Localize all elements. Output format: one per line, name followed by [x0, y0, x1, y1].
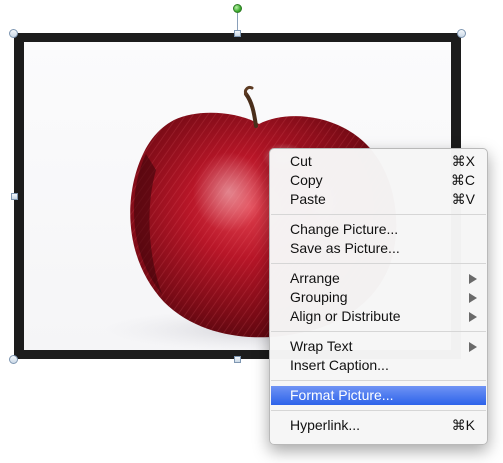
menu-item-label: Grouping	[290, 289, 348, 305]
rotate-handle-icon[interactable]	[233, 4, 242, 13]
menu-item-paste[interactable]: Paste ⌘V	[270, 190, 487, 209]
menu-item-label: Insert Caption...	[290, 357, 389, 373]
menu-item-cut[interactable]: Cut ⌘X	[270, 152, 487, 171]
menu-item-format-picture[interactable]: Format Picture...	[271, 386, 486, 405]
resize-handle-bottom-left[interactable]	[9, 355, 18, 364]
menu-item-label: Hyperlink...	[290, 417, 361, 433]
resize-handle-top-left[interactable]	[9, 29, 18, 38]
menu-item-label: Paste	[290, 191, 326, 207]
menu-item-save-as-picture[interactable]: Save as Picture...	[270, 239, 487, 258]
menu-separator	[271, 380, 486, 381]
menu-separator	[271, 410, 486, 411]
menu-item-label: Save as Picture...	[290, 240, 400, 256]
menu-item-change-picture[interactable]: Change Picture...	[270, 220, 487, 239]
menu-item-arrange[interactable]: Arrange	[270, 269, 487, 288]
menu-item-label: Format Picture...	[290, 387, 394, 403]
menu-separator	[271, 331, 486, 332]
menu-item-wrap-text[interactable]: Wrap Text	[270, 337, 487, 356]
menu-item-copy[interactable]: Copy ⌘C	[270, 171, 487, 190]
menu-separator	[271, 214, 486, 215]
menu-item-label: Copy	[290, 172, 323, 188]
submenu-arrow-icon	[469, 312, 477, 322]
menu-item-align-or-distribute[interactable]: Align or Distribute	[270, 307, 487, 326]
menu-item-label: Cut	[290, 153, 312, 169]
menu-item-shortcut: ⌘V	[451, 191, 475, 207]
resize-handle-top-middle[interactable]	[234, 30, 241, 37]
menu-separator	[271, 263, 486, 264]
menu-item-shortcut: ⌘C	[450, 172, 475, 188]
resize-handle-bottom-middle[interactable]	[234, 356, 241, 363]
menu-item-shortcut: ⌘X	[451, 153, 475, 169]
menu-item-label: Align or Distribute	[290, 308, 401, 324]
menu-item-label: Change Picture...	[290, 221, 399, 237]
resize-handle-top-right[interactable]	[457, 29, 466, 38]
menu-item-label: Arrange	[290, 270, 340, 286]
menu-item-shortcut: ⌘K	[451, 417, 475, 433]
context-menu: Cut ⌘X Copy ⌘C Paste ⌘V Change Picture... Save …	[269, 148, 488, 445]
menu-item-hyperlink[interactable]: Hyperlink... ⌘K	[270, 416, 487, 435]
menu-item-grouping[interactable]: Grouping	[270, 288, 487, 307]
resize-handle-middle-left[interactable]	[11, 193, 18, 200]
menu-item-label: Wrap Text	[290, 338, 353, 354]
menu-item-insert-caption[interactable]: Insert Caption...	[270, 356, 487, 375]
submenu-arrow-icon	[469, 274, 477, 284]
submenu-arrow-icon	[469, 293, 477, 303]
submenu-arrow-icon	[469, 342, 477, 352]
